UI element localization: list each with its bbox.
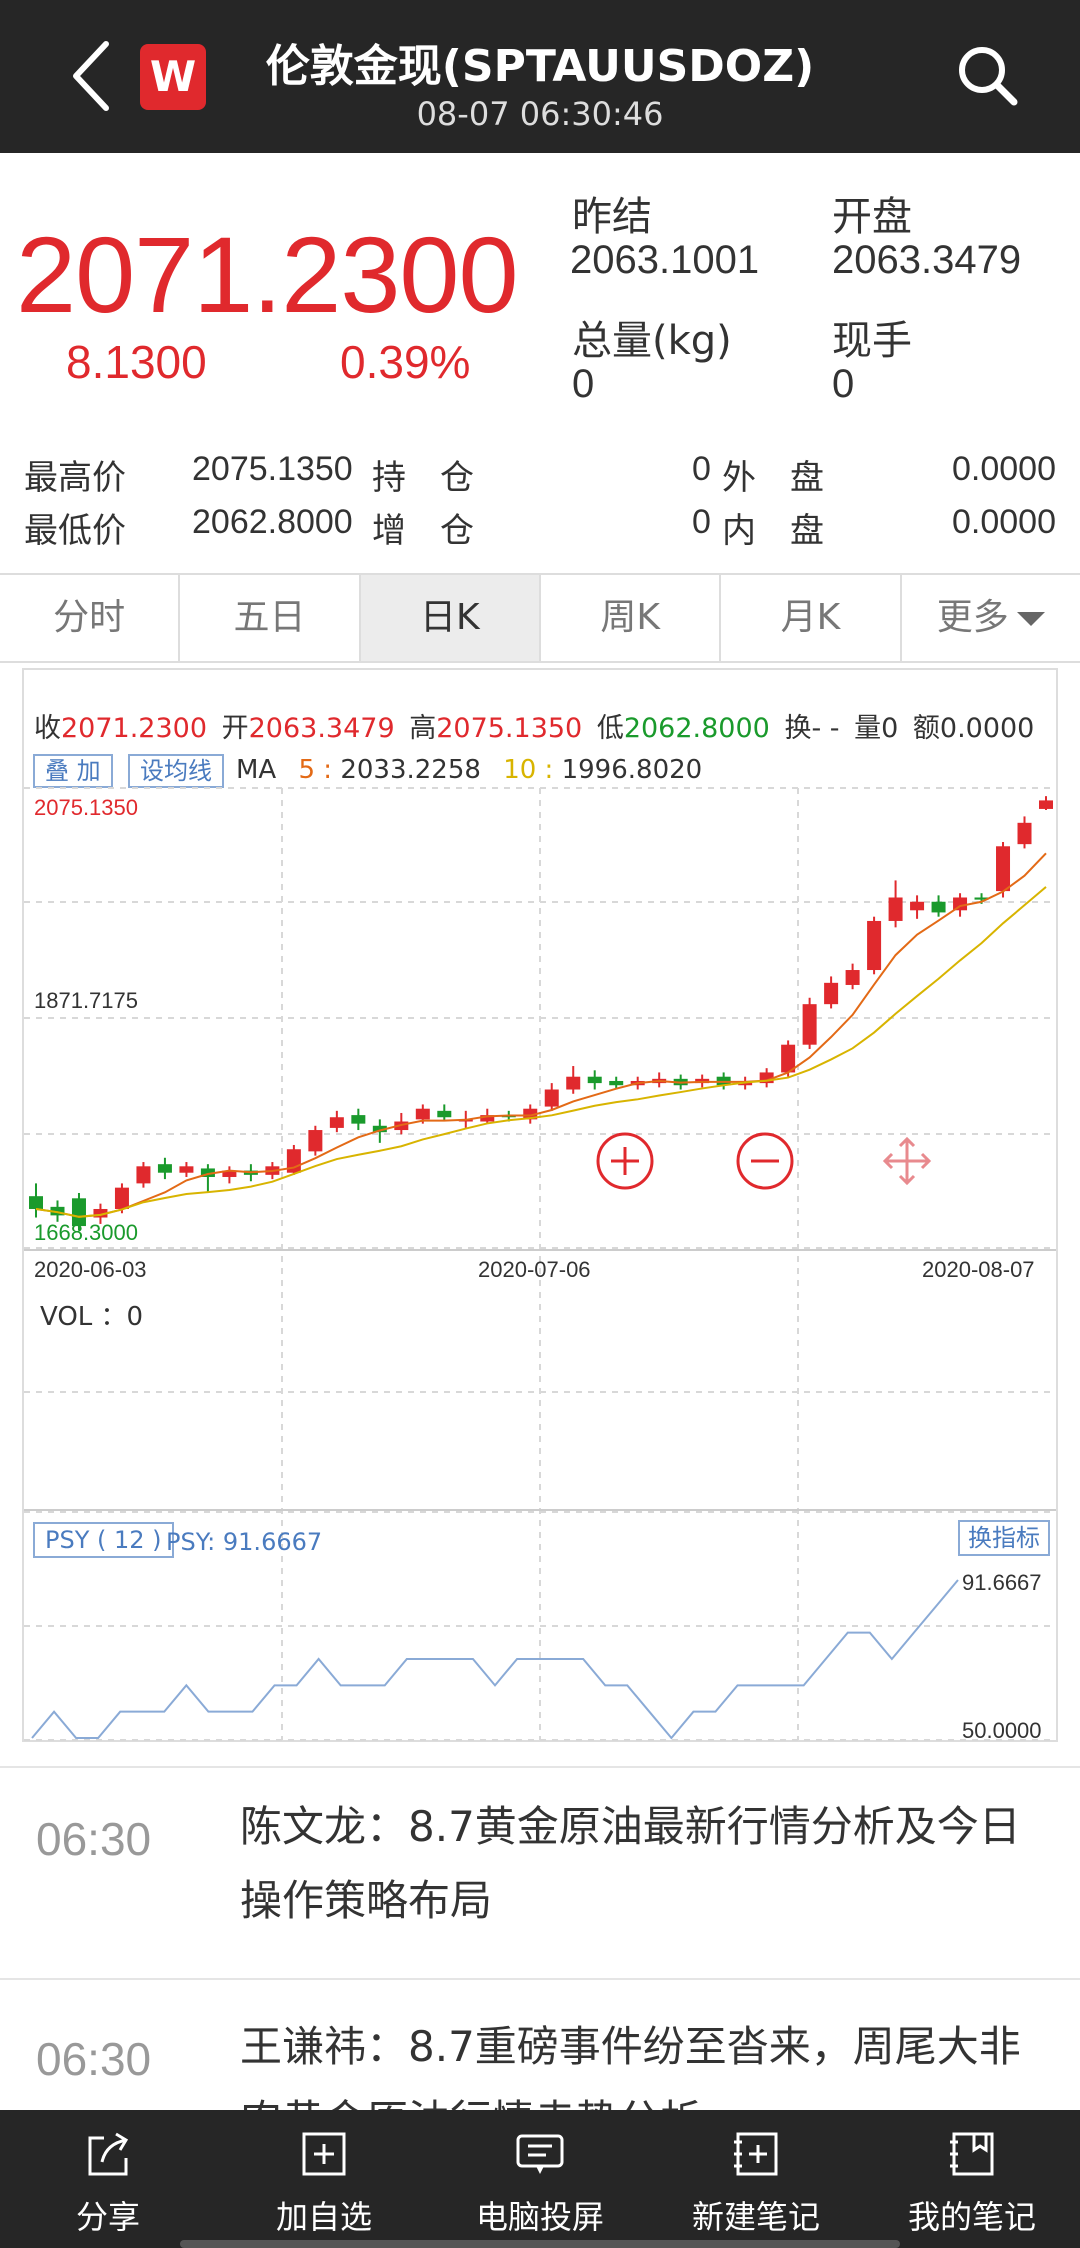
prev-settle-value: 2063.1001 bbox=[570, 238, 760, 282]
vol-label: VOL ：0 bbox=[40, 1302, 144, 1332]
info-open: 2063.3479 bbox=[248, 713, 395, 744]
tab-more[interactable]: 更多 bbox=[902, 575, 1080, 661]
tab-intraday[interactable]: 分时 bbox=[0, 575, 181, 661]
divider bbox=[0, 1766, 1080, 1768]
tab-weekly-k[interactable]: 周K bbox=[541, 575, 722, 661]
low-value: 2062.8000 bbox=[192, 503, 353, 541]
high-label: 最高价 bbox=[24, 458, 126, 498]
increase-label: 增 仓 bbox=[372, 511, 474, 551]
page-title: 伦敦金现(SPTAUUSDOZ) bbox=[265, 41, 815, 92]
zoom-out-icon[interactable] bbox=[734, 1130, 796, 1192]
news-time: 06:30 bbox=[36, 2033, 152, 2085]
add-favorite-icon bbox=[302, 2132, 346, 2176]
divider bbox=[0, 1978, 1080, 1980]
low-label: 最低价 bbox=[24, 511, 126, 551]
home-indicator bbox=[180, 2240, 900, 2248]
overlay-button[interactable]: 叠 加 bbox=[33, 754, 113, 788]
info-amount: 0.0000 bbox=[939, 713, 1035, 744]
psy-bottom-label: 50.0000 bbox=[962, 1718, 1042, 1743]
ma10-value: 1996.8020 bbox=[561, 755, 703, 785]
date-mid: 2020-07-06 bbox=[478, 1257, 591, 1282]
open-label: 开盘 bbox=[832, 194, 912, 240]
screen-cast-icon bbox=[516, 2134, 564, 2174]
new-note-icon bbox=[734, 2132, 778, 2176]
ma-legend: MA 5 : 2033.2258 10 : 1996.8020 bbox=[236, 755, 703, 785]
info-high: 2075.1350 bbox=[436, 713, 583, 744]
info-turnover: - - bbox=[811, 713, 840, 744]
axis-bottom-label: 1668.3000 bbox=[34, 1220, 138, 1245]
quote-datetime: 08-07 06:30:46 bbox=[416, 95, 664, 133]
date-end: 2020-08-07 bbox=[922, 1257, 1035, 1282]
chevron-down-icon bbox=[1016, 612, 1045, 626]
nav-my-notes[interactable]: 我的笔记 bbox=[864, 2110, 1080, 2248]
my-notes-icon bbox=[950, 2132, 994, 2176]
hold-label: 持 仓 bbox=[372, 458, 474, 498]
axis-top-label: 2075.1350 bbox=[34, 795, 138, 820]
open-value: 2063.3479 bbox=[832, 238, 1022, 282]
current-hand-label: 现手 bbox=[832, 318, 912, 364]
date-start: 2020-06-03 bbox=[34, 1257, 147, 1282]
chart-panel bbox=[22, 668, 1058, 1742]
tab-monthly-k[interactable]: 月K bbox=[721, 575, 902, 661]
high-value: 2075.1350 bbox=[192, 450, 353, 488]
fullscreen-icon[interactable] bbox=[876, 1130, 938, 1192]
info-low: 2062.8000 bbox=[623, 713, 770, 744]
psy-indicator-button[interactable]: PSY ( 12 ) bbox=[33, 1522, 174, 1558]
nav-share[interactable]: 分享 bbox=[0, 2110, 216, 2248]
zoom-in-icon[interactable] bbox=[594, 1130, 656, 1192]
news-time: 06:30 bbox=[36, 1813, 152, 1865]
prev-settle-label: 昨结 bbox=[572, 194, 652, 240]
outer-value: 0.0000 bbox=[952, 450, 1056, 488]
increase-value: 0 bbox=[692, 503, 711, 541]
share-icon bbox=[88, 2132, 129, 2176]
kline-info-bar: 收2071.2300 开2063.3479 高2075.1350 低2062.8… bbox=[34, 713, 1035, 744]
last-price: 2071.2300 bbox=[16, 214, 519, 335]
axis-mid-label: 1871.7175 bbox=[34, 988, 138, 1013]
header: W 伦敦金现(SPTAUUSDOZ) 08-07 06:30:46 bbox=[0, 0, 1080, 153]
volume-label: 总量(kg) bbox=[572, 318, 732, 364]
inner-label: 内 盘 bbox=[722, 511, 824, 551]
news-title: 陈文龙：8.7黄金原油最新行情分析及今日操作策略布局 bbox=[240, 1802, 1021, 1925]
current-hand-value: 0 bbox=[832, 362, 855, 406]
period-tabs: 分时 五日 日K 周K 月K 更多 bbox=[0, 573, 1080, 663]
info-close: 2071.2300 bbox=[61, 713, 208, 744]
tab-five-day[interactable]: 五日 bbox=[180, 575, 361, 661]
psy-top-label: 91.6667 bbox=[962, 1570, 1042, 1595]
price-change: 8.1300 bbox=[66, 336, 207, 388]
hold-value: 0 bbox=[692, 450, 711, 488]
info-vol: 0 bbox=[881, 713, 899, 744]
switch-indicator-button[interactable]: 换指标 bbox=[958, 1520, 1050, 1556]
set-ma-button[interactable]: 设均线 bbox=[128, 754, 224, 788]
price-change-pct: 0.39% bbox=[340, 336, 471, 388]
psy-value: PSY: 91.6667 bbox=[166, 1528, 323, 1556]
volume-value: 0 bbox=[572, 362, 595, 406]
bottom-nav: 分享 加自选 电脑投屏 新建笔记 我的笔记 bbox=[0, 2110, 1080, 2248]
inner-value: 0.0000 bbox=[952, 503, 1056, 541]
nav-add-favorite[interactable]: 加自选 bbox=[216, 2110, 432, 2248]
ma5-value: 2033.2258 bbox=[340, 755, 481, 785]
nav-new-note[interactable]: 新建笔记 bbox=[648, 2110, 864, 2248]
outer-label: 外 盘 bbox=[722, 458, 824, 498]
nav-screen-cast[interactable]: 电脑投屏 bbox=[432, 2110, 648, 2248]
search-icon[interactable] bbox=[952, 40, 1022, 110]
tab-daily-k[interactable]: 日K bbox=[360, 575, 541, 661]
